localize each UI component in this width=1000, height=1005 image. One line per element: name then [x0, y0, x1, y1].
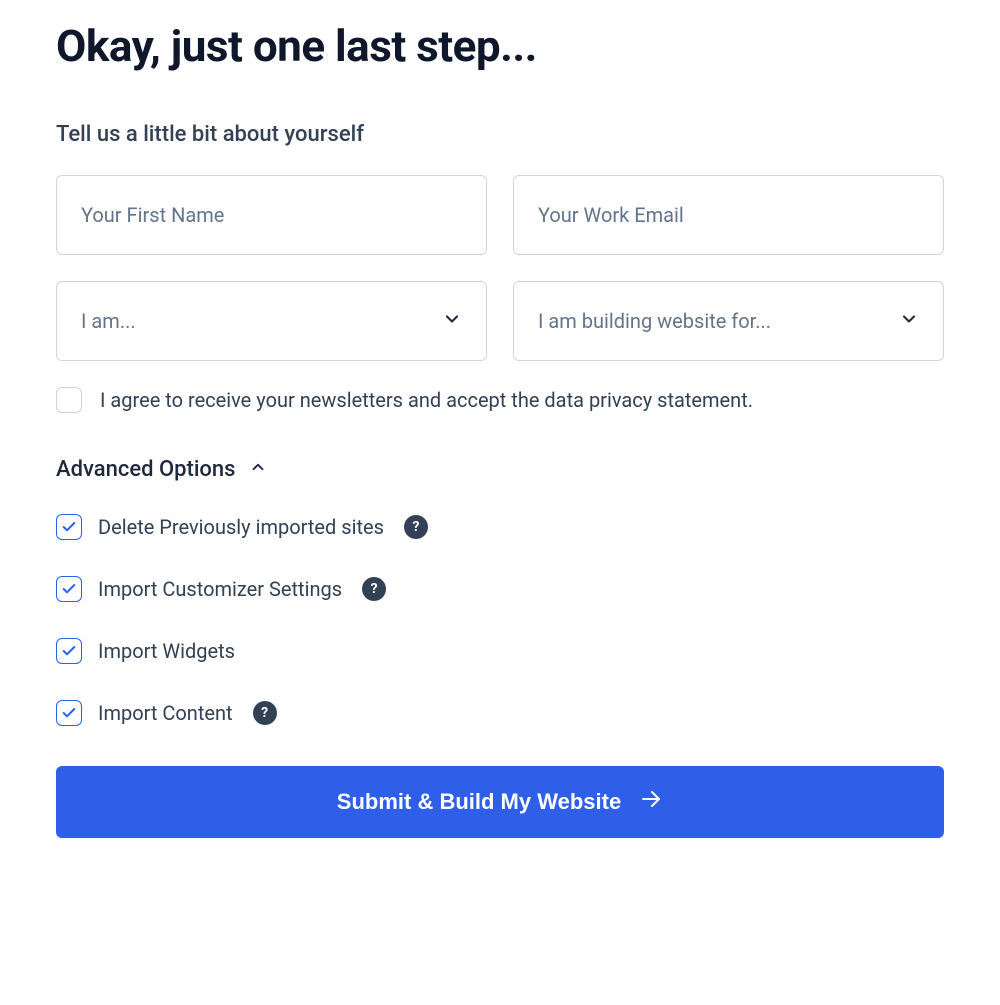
delete-previous-checkbox[interactable]	[56, 514, 82, 540]
role-placeholder: I am...	[81, 309, 136, 333]
consent-checkbox[interactable]	[56, 387, 82, 413]
help-icon[interactable]: ?	[404, 515, 428, 539]
page-title: Okay, just one last step...	[56, 20, 944, 72]
first-name-placeholder: Your First Name	[81, 203, 224, 227]
import-content-label: Import Content	[98, 701, 233, 725]
delete-previous-label: Delete Previously imported sites	[98, 515, 384, 539]
import-content-checkbox[interactable]	[56, 700, 82, 726]
work-email-input[interactable]: Your Work Email	[513, 175, 944, 255]
building-for-select[interactable]: I am building website for...	[513, 281, 944, 361]
chevron-down-icon	[442, 309, 462, 334]
advanced-options-toggle[interactable]: Advanced Options	[56, 457, 944, 482]
advanced-options-label: Advanced Options	[56, 457, 235, 482]
chevron-up-icon	[249, 457, 267, 482]
first-name-input[interactable]: Your First Name	[56, 175, 487, 255]
import-widgets-checkbox[interactable]	[56, 638, 82, 664]
submit-button[interactable]: Submit & Build My Website	[56, 766, 944, 838]
import-customizer-label: Import Customizer Settings	[98, 577, 342, 601]
submit-label: Submit & Build My Website	[337, 789, 621, 815]
help-icon[interactable]: ?	[253, 701, 277, 725]
work-email-placeholder: Your Work Email	[538, 203, 684, 227]
import-customizer-checkbox[interactable]	[56, 576, 82, 602]
arrow-right-icon	[639, 787, 663, 817]
chevron-down-icon	[899, 309, 919, 334]
role-select[interactable]: I am...	[56, 281, 487, 361]
subheading: Tell us a little bit about yourself	[56, 122, 944, 147]
consent-label: I agree to receive your newsletters and …	[100, 388, 753, 412]
building-for-placeholder: I am building website for...	[538, 309, 771, 333]
help-icon[interactable]: ?	[362, 577, 386, 601]
import-widgets-label: Import Widgets	[98, 639, 235, 663]
